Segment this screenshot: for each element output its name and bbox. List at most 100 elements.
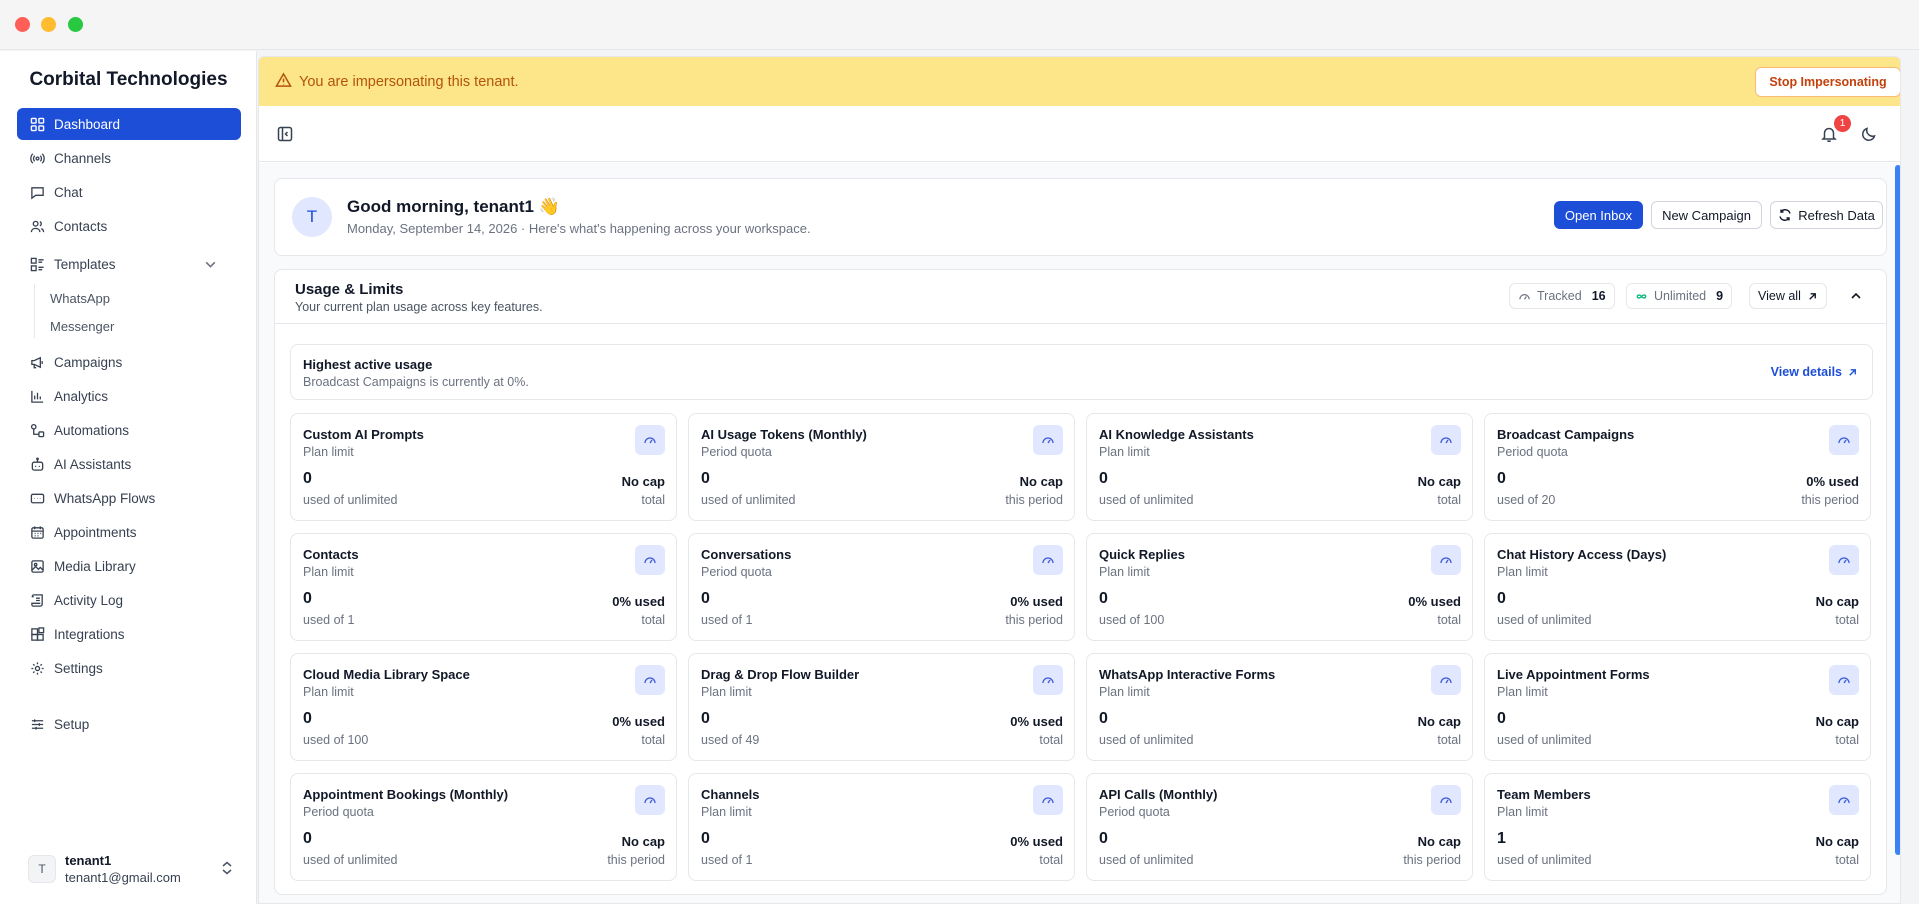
chevron-up-icon[interactable] [1849, 289, 1863, 303]
metric-used-text: used of 49 [701, 733, 760, 747]
sidebar-collapse-icon[interactable] [277, 126, 293, 142]
metric-name: WhatsApp Interactive Forms [1099, 667, 1276, 682]
metric-value: 0 [1099, 830, 1108, 847]
view-details-link[interactable]: View details [1771, 365, 1858, 379]
metric-type: Plan limit [1497, 685, 1548, 699]
metric-type: Period quota [701, 445, 772, 459]
metric-card: Chat History Access (Days) Plan limit 0 use… [1484, 533, 1871, 641]
metric-period: total [1835, 853, 1859, 867]
metric-cap: No cap [621, 834, 665, 849]
impersonation-message: You are impersonating this tenant. [299, 74, 519, 90]
metric-value: 0 [1497, 710, 1506, 727]
image-icon [31, 559, 44, 573]
metric-card: API Calls (Monthly) Period quota 0 used of … [1086, 773, 1473, 881]
chevron-down-icon [205, 261, 216, 268]
gauge-icon [1042, 557, 1054, 564]
stop-impersonating-button[interactable]: Stop Impersonating [1755, 67, 1900, 97]
gauge-icon [1042, 437, 1054, 444]
metric-gauge-button [1033, 425, 1063, 455]
metric-name: API Calls (Monthly) [1099, 787, 1218, 802]
metric-gauge-button [1431, 665, 1461, 695]
window-titlebar [0, 0, 1919, 50]
metric-type: Period quota [303, 805, 374, 819]
scrollbar[interactable] [1894, 163, 1900, 903]
sidebar-item-campaigns[interactable]: Campaigns [17, 346, 241, 378]
sidebar-subitem-whatsapp[interactable]: WhatsApp [50, 291, 110, 306]
metric-period: total [1437, 613, 1461, 627]
sidebar-item-automations[interactable]: Automations [17, 414, 241, 446]
metric-card: WhatsApp Interactive Forms Plan limit 0 use… [1086, 653, 1473, 761]
sidebar-item-activity-log[interactable]: Activity Log [17, 584, 241, 616]
metric-card: Quick Replies Plan limit 0 used of 100 0% us… [1086, 533, 1473, 641]
sliders-icon [31, 718, 44, 730]
metric-cap: 0% used [612, 594, 665, 609]
calendar-icon [31, 525, 44, 539]
metric-gauge-button [1431, 785, 1461, 815]
metric-value: 0 [701, 590, 710, 607]
open-inbox-button[interactable]: Open Inbox [1554, 201, 1643, 229]
metric-name: Appointment Bookings (Monthly) [303, 787, 509, 802]
zoom-window-button[interactable] [68, 17, 83, 32]
metric-type: Plan limit [1099, 565, 1150, 579]
metric-used-text: used of 1 [701, 853, 753, 867]
metric-card: Contacts Plan limit 0 used of 1 0% used total [290, 533, 677, 641]
unlimited-label: Unlimited [1654, 289, 1707, 303]
metric-period: this period [1403, 853, 1461, 867]
sidebar-item-appointments[interactable]: Appointments [17, 516, 241, 548]
metric-value: 1 [1497, 830, 1506, 847]
avatar: T [28, 855, 56, 883]
sidebar-item-whatsapp-flows[interactable]: WhatsApp Flows [17, 482, 241, 514]
metric-card: Custom AI Prompts Plan limit 0 used of unli… [290, 413, 677, 521]
metric-used-text: used of unlimited [1497, 853, 1592, 867]
sidebar-item-label: Appointments [54, 524, 137, 540]
metric-type: Period quota [1099, 805, 1170, 819]
gauge-icon [1042, 677, 1054, 684]
sidebar-item-channels[interactable]: Channels [17, 142, 241, 174]
sidebar-item-dashboard[interactable]: Dashboard [17, 108, 241, 140]
metric-card: Broadcast Campaigns Period quota 0 used of … [1484, 413, 1871, 521]
sidebar-item-integrations[interactable]: Integrations [17, 618, 241, 650]
sidebar-item-label: Activity Log [54, 592, 124, 608]
metric-cap: No cap [1417, 474, 1461, 489]
metric-cap: 0% used [1010, 594, 1063, 609]
dashboard-content: T Good morning, tenant1 👋 Monday, Septem… [259, 163, 1900, 903]
scrollbar-thumb[interactable] [1895, 165, 1900, 855]
scroll-log-icon [31, 593, 43, 607]
chevrons-up-down-icon[interactable] [220, 860, 234, 876]
minimize-window-button[interactable] [41, 17, 56, 32]
metric-value: 0 [303, 590, 312, 607]
moon-icon[interactable] [1861, 126, 1877, 142]
sidebar-item-contacts[interactable]: Contacts [17, 210, 241, 242]
greeting-subtitle: Monday, September 14, 2026 · Here's what… [347, 221, 811, 236]
greeting-title: Good morning, tenant1 👋 [347, 197, 560, 216]
sidebar-item-templates[interactable]: Templates [17, 248, 241, 280]
unlimited-count: 9 [1716, 289, 1724, 303]
message-square-icon [31, 186, 44, 199]
sidebar-item-analytics[interactable]: Analytics [17, 380, 241, 412]
new-campaign-button[interactable]: New Campaign [1651, 201, 1762, 229]
metric-type: Plan limit [1099, 685, 1150, 699]
metric-name: Contacts [303, 547, 359, 562]
refresh-data-button[interactable]: Refresh Data [1770, 201, 1883, 229]
metric-card: Conversations Period quota 0 used of 1 0% us… [688, 533, 1075, 641]
sidebar-subitem-messenger[interactable]: Messenger [50, 319, 114, 334]
bar-chart-icon [31, 390, 44, 403]
close-window-button[interactable] [15, 17, 30, 32]
sidebar-item-setup[interactable]: Setup [17, 708, 241, 740]
metric-cap: 0% used [1806, 474, 1859, 489]
sidebar-item-ai-assistants[interactable]: AI Assistants [17, 448, 241, 480]
metric-used-text: used of 100 [303, 733, 369, 747]
metric-type: Plan limit [303, 685, 354, 699]
metric-type: Plan limit [303, 565, 354, 579]
user-menu[interactable]: T tenant1 tenant1@gmail.com [28, 851, 234, 891]
sidebar-item-settings[interactable]: Settings [17, 652, 241, 684]
view-all-button[interactable]: View all [1749, 283, 1827, 309]
metric-cap: 0% used [1010, 714, 1063, 729]
metric-gauge-button [1431, 545, 1461, 575]
metric-used-text: used of unlimited [1099, 853, 1194, 867]
usage-title: Usage & Limits [295, 281, 404, 298]
sidebar-item-media-library[interactable]: Media Library [17, 550, 241, 582]
workflow-icon [30, 423, 45, 437]
sidebar-item-chat[interactable]: Chat [17, 176, 241, 208]
sidebar-item-label: WhatsApp Flows [54, 490, 156, 506]
